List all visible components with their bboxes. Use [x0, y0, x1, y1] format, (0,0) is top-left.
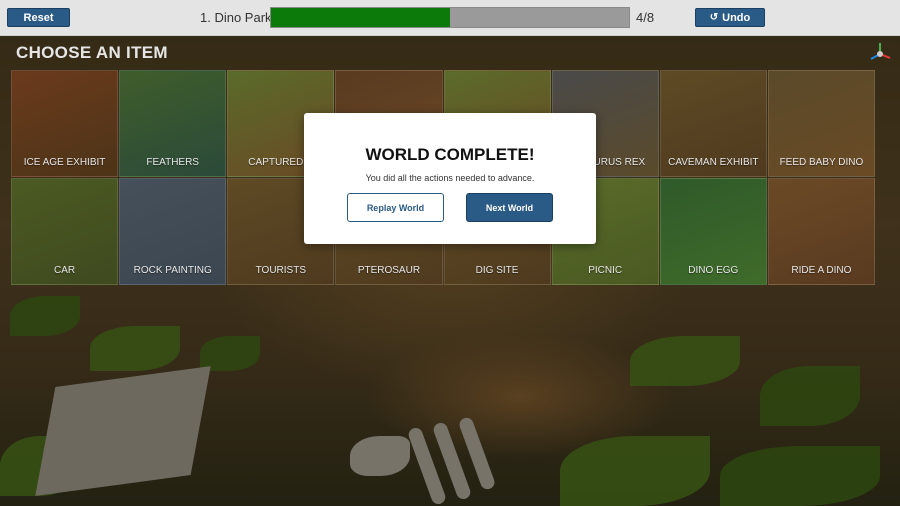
undo-label: Undo [722, 11, 751, 24]
reset-button[interactable]: Reset [7, 8, 70, 27]
item-label: FEATHERS [146, 157, 199, 168]
progress-count: 4/8 [636, 10, 655, 25]
item-tile[interactable]: FEATHERS [119, 70, 227, 177]
replay-world-button[interactable]: Replay World [347, 193, 444, 222]
item-tile[interactable]: CAR [11, 178, 119, 285]
item-label: CAVEMAN EXHIBIT [668, 157, 759, 168]
item-label: PICNIC [588, 265, 623, 276]
item-tile[interactable]: RIDE A DINO [767, 178, 875, 285]
top-bar: Reset 1. Dino Park 4/8 ↺ Undo [0, 0, 900, 36]
item-label: CAR [54, 265, 76, 276]
item-label: DIG SITE [475, 265, 519, 276]
item-tile[interactable]: CAVEMAN EXHIBIT [659, 70, 767, 177]
game-scene[interactable]: CHOOSE AN ITEM ICE AGE EXHIBIT FEATHERS CA… [0, 36, 900, 506]
undo-button[interactable]: ↺ Undo [695, 8, 765, 27]
item-label: PTEROSAUR [357, 265, 421, 276]
dialog-title: WORLD COMPLETE! [365, 145, 535, 164]
item-label: RIDE A DINO [791, 265, 852, 276]
undo-arrow-icon: ↺ [709, 12, 719, 23]
item-label: FEED BABY DINO [779, 157, 864, 168]
item-tile[interactable]: DINO EGG [659, 178, 767, 285]
item-label: DINO EGG [688, 265, 739, 276]
world-title: 1. Dino Park [200, 10, 272, 25]
item-label: ICE AGE EXHIBIT [23, 157, 106, 168]
section-title: CHOOSE AN ITEM [16, 43, 168, 62]
axis-gizmo-icon [866, 40, 894, 68]
item-label: TOURISTS [255, 265, 306, 276]
item-label: ROCK PAINTING [133, 265, 212, 276]
next-world-button[interactable]: Next World [466, 193, 553, 222]
dialog-message: You did all the actions needed to advanc… [365, 173, 535, 183]
item-tile[interactable]: ICE AGE EXHIBIT [11, 70, 119, 177]
world-complete-dialog: WORLD COMPLETE! You did all the actions … [304, 113, 596, 244]
progress-fill [271, 8, 450, 27]
progress-bar [270, 7, 630, 28]
item-tile[interactable]: FEED BABY DINO [767, 70, 875, 177]
item-tile[interactable]: ROCK PAINTING [119, 178, 227, 285]
